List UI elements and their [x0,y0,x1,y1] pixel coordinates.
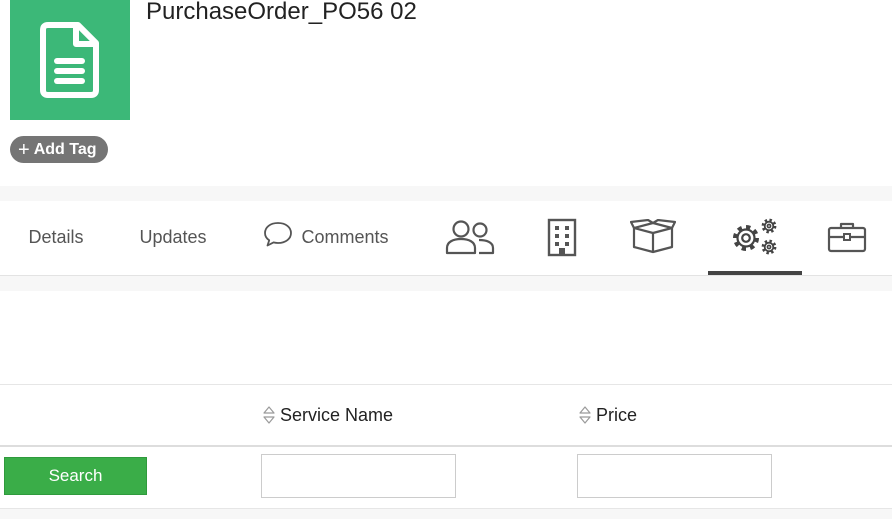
plus-icon: + [18,138,30,161]
column-header-price[interactable]: Price [578,385,637,445]
add-tag-button[interactable]: + Add Tag [10,136,108,163]
tab-organization[interactable] [534,201,590,273]
tab-details[interactable]: Details [10,201,102,273]
tab-label: Details [28,226,84,247]
sort-icon [263,406,275,424]
tab-label: Comments [301,226,389,247]
document-tile [10,0,130,120]
column-label: Price [596,404,638,425]
document-icon [40,22,99,98]
tab-projects[interactable] [818,201,876,273]
price-filter-input[interactable] [577,454,772,498]
gears-icon [733,218,777,255]
tab-label: Updates [139,226,207,247]
briefcase-icon [827,222,867,253]
grid-header: Service Name Price [0,384,892,447]
tab-comments[interactable]: Comments [252,201,400,273]
tab-content-divider [0,276,892,291]
box-icon [630,219,676,254]
column-header-service-name[interactable]: Service Name [262,385,393,445]
speech-bubble-icon [264,222,293,247]
section-divider [0,186,892,201]
column-label: Service Name [280,404,394,425]
tab-bar: Details Updates Comments [0,201,892,276]
sort-icon [579,406,591,424]
search-button[interactable]: Search [4,457,147,495]
tab-contacts[interactable] [436,201,504,273]
grid-footer [0,509,892,519]
tab-products[interactable] [622,201,684,273]
add-tag-label: Add Tag [33,140,97,158]
building-icon [547,218,577,257]
tab-services[interactable] [708,201,802,275]
record-title: PurchaseOrder_PO56 02 [146,0,417,25]
tab-updates[interactable]: Updates [122,201,224,273]
service-name-filter-input[interactable] [261,454,456,498]
users-icon [445,220,495,255]
grid-filter-row: Search [0,446,892,509]
